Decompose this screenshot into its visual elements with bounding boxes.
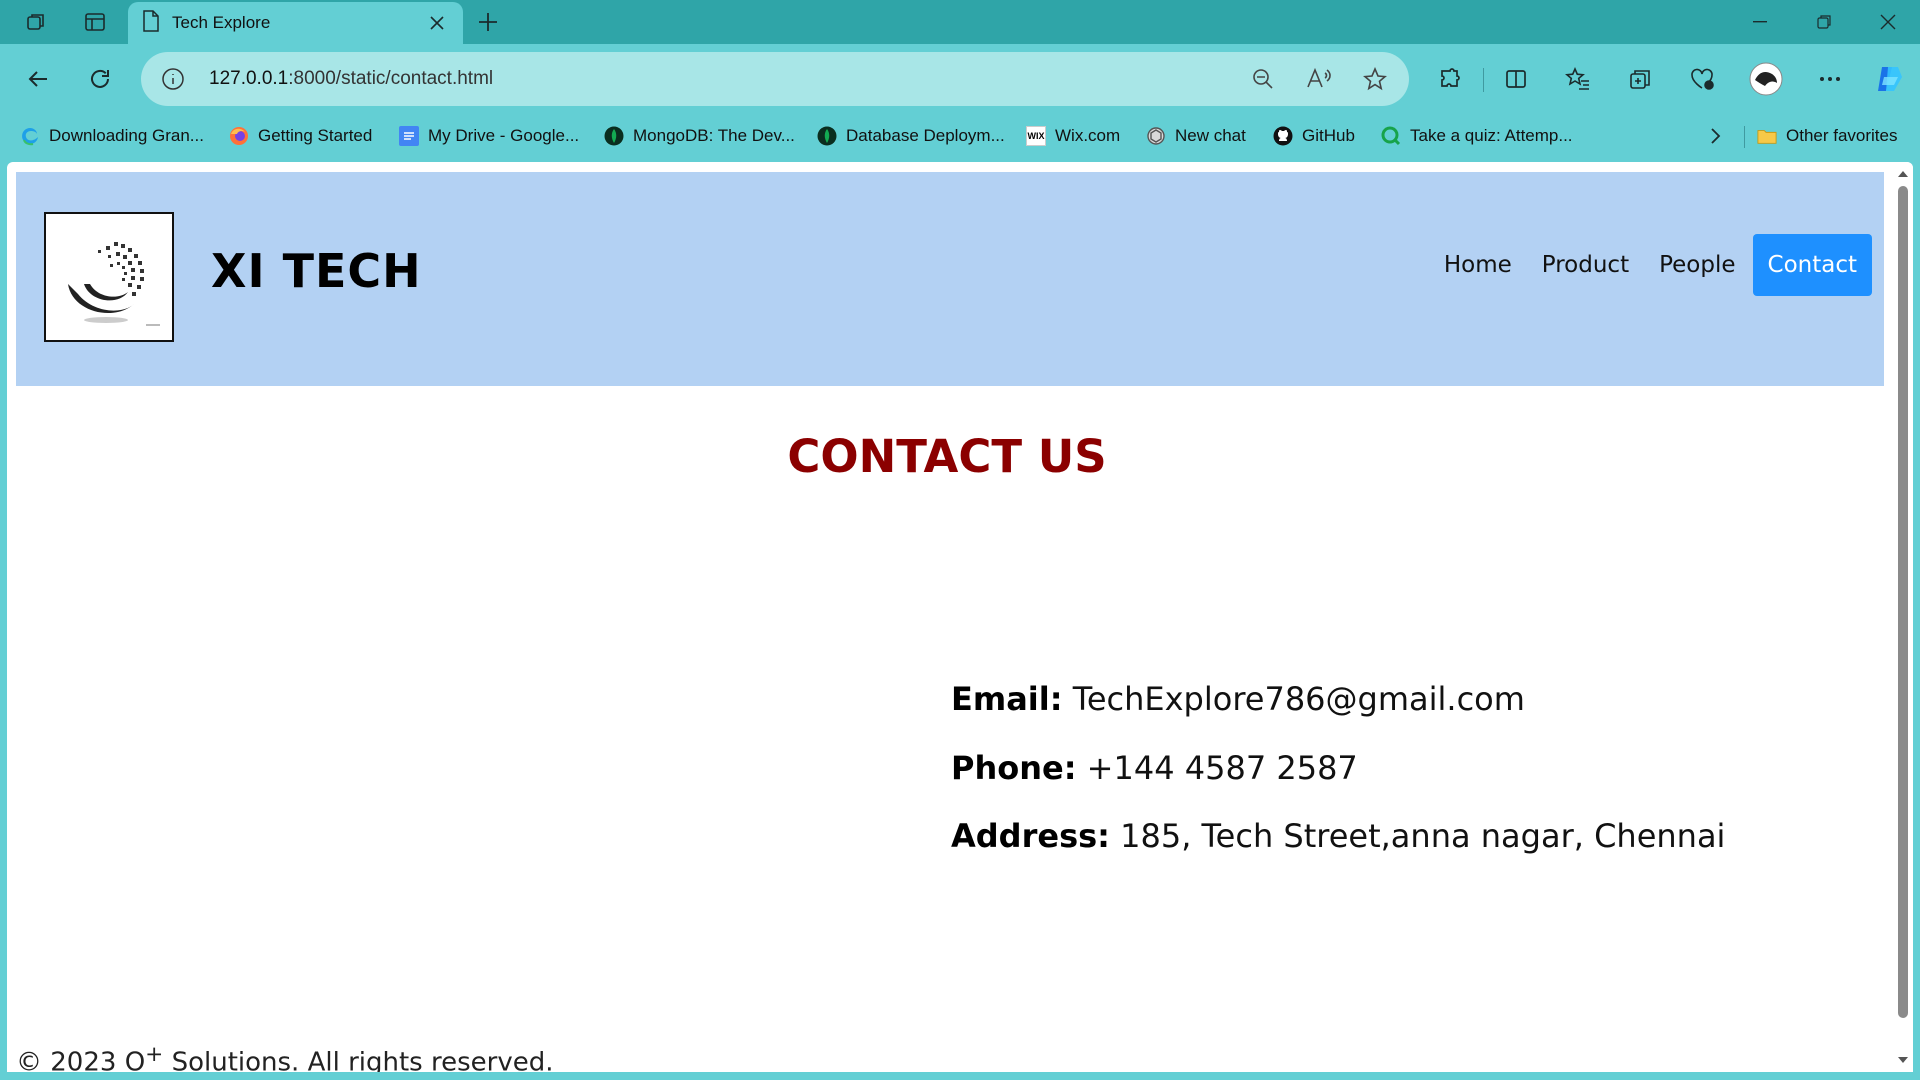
site-info-icon[interactable] bbox=[161, 67, 185, 96]
address-bar[interactable]: 127.0.0.1:8000/static/contact.html bbox=[141, 52, 1409, 106]
bookmark-item[interactable]: New chat bbox=[1146, 124, 1246, 148]
contact-address: Address: 185, Tech Street,anna nagar, Ch… bbox=[951, 817, 1725, 855]
bookmark-item[interactable]: Getting Started bbox=[229, 124, 372, 148]
browser-essentials-icon[interactable] bbox=[1682, 59, 1722, 99]
bookmarks-divider bbox=[1744, 126, 1745, 148]
nav-home[interactable]: Home bbox=[1429, 234, 1527, 296]
page-viewport: XI TECH Home Product People Contact CONT… bbox=[7, 162, 1913, 1072]
scrollbar-thumb[interactable] bbox=[1898, 186, 1908, 1018]
favorites-icon[interactable] bbox=[1558, 59, 1598, 99]
bookmarks-bar: Downloading Gran... Getting Started My D… bbox=[0, 114, 1920, 158]
bookmark-item[interactable]: WIX Wix.com bbox=[1026, 124, 1120, 148]
tab-title: Tech Explore bbox=[172, 13, 271, 32]
address-value: 185, Tech Street,anna nagar, Chennai bbox=[1120, 817, 1726, 855]
site-logo[interactable] bbox=[44, 212, 174, 342]
new-tab-icon[interactable] bbox=[472, 6, 504, 38]
github-icon bbox=[1273, 126, 1293, 146]
scroll-down-icon[interactable] bbox=[1897, 1054, 1909, 1066]
bookmark-item[interactable]: GitHub bbox=[1273, 124, 1355, 148]
favorite-star-icon[interactable] bbox=[1361, 65, 1389, 93]
site-header: XI TECH Home Product People Contact bbox=[16, 172, 1884, 386]
google-docs-icon bbox=[399, 126, 419, 146]
tab-tech-explore[interactable]: Tech Explore bbox=[128, 2, 463, 44]
phone-label: Phone: bbox=[951, 749, 1077, 787]
nav-contact[interactable]: Contact bbox=[1752, 234, 1872, 296]
workspaces-icon[interactable] bbox=[12, 6, 60, 38]
minimize-icon[interactable] bbox=[1728, 0, 1792, 44]
toolbar-divider bbox=[1483, 68, 1484, 92]
mongodb-icon bbox=[817, 126, 837, 146]
scroll-up-icon[interactable] bbox=[1897, 168, 1909, 180]
back-icon[interactable] bbox=[18, 59, 58, 99]
zoom-out-icon[interactable] bbox=[1249, 65, 1277, 93]
footer-copyright: © 2023 O+ Solutions. All rights reserved… bbox=[16, 1042, 554, 1072]
contact-phone: Phone: +144 4587 2587 bbox=[951, 749, 1358, 787]
edge-icon bbox=[20, 126, 40, 146]
folder-icon bbox=[1757, 126, 1777, 146]
main-nav: Home Product People Contact bbox=[1429, 234, 1872, 296]
quiz-icon bbox=[1381, 126, 1401, 146]
email-label: Email: bbox=[951, 680, 1063, 718]
vertical-scrollbar[interactable] bbox=[1893, 162, 1913, 1072]
contact-email: Email: TechExplore786@gmail.com bbox=[951, 680, 1525, 718]
address-label: Address: bbox=[951, 817, 1110, 855]
bookmark-item[interactable]: Take a quiz: Attemp... bbox=[1381, 124, 1573, 148]
close-tab-icon[interactable] bbox=[425, 11, 449, 35]
openai-icon bbox=[1146, 126, 1166, 146]
bookmark-item[interactable]: MongoDB: The Dev... bbox=[604, 124, 795, 148]
wix-icon: WIX bbox=[1026, 126, 1046, 146]
bookmark-item[interactable]: Database Deploym... bbox=[817, 124, 1005, 148]
phone-value: +144 4587 2587 bbox=[1086, 749, 1358, 787]
profile-avatar[interactable] bbox=[1746, 59, 1786, 99]
read-aloud-icon[interactable] bbox=[1305, 65, 1333, 93]
email-value: TechExplore786@gmail.com bbox=[1072, 680, 1525, 718]
copilot-icon[interactable] bbox=[1870, 59, 1910, 99]
nav-product[interactable]: Product bbox=[1527, 234, 1644, 296]
refresh-icon[interactable] bbox=[80, 59, 120, 99]
close-window-icon[interactable] bbox=[1856, 0, 1920, 44]
extensions-icon[interactable] bbox=[1430, 59, 1470, 99]
chevron-right-icon[interactable] bbox=[1710, 124, 1722, 148]
more-options-icon[interactable] bbox=[1810, 59, 1850, 99]
bookmark-item[interactable]: Downloading Gran... bbox=[20, 124, 204, 148]
tab-actions-icon[interactable] bbox=[71, 6, 119, 38]
tab-strip: Tech Explore bbox=[0, 0, 1920, 44]
other-favorites[interactable]: Other favorites bbox=[1757, 124, 1898, 148]
page-icon bbox=[142, 9, 160, 37]
firefox-icon bbox=[229, 126, 249, 146]
mongodb-icon bbox=[604, 126, 624, 146]
bookmark-item[interactable]: My Drive - Google... bbox=[399, 124, 579, 148]
url-text[interactable]: 127.0.0.1:8000/static/contact.html bbox=[209, 68, 493, 90]
restore-icon[interactable] bbox=[1792, 0, 1856, 44]
nav-people[interactable]: People bbox=[1644, 234, 1750, 296]
brand-name: XI TECH bbox=[211, 244, 422, 298]
split-screen-icon[interactable] bbox=[1496, 59, 1536, 99]
page-title: CONTACT US bbox=[787, 430, 1107, 483]
spiral-logo-icon bbox=[68, 242, 160, 326]
collections-icon[interactable] bbox=[1620, 59, 1660, 99]
toolbar: 127.0.0.1:8000/static/contact.html bbox=[0, 44, 1920, 114]
